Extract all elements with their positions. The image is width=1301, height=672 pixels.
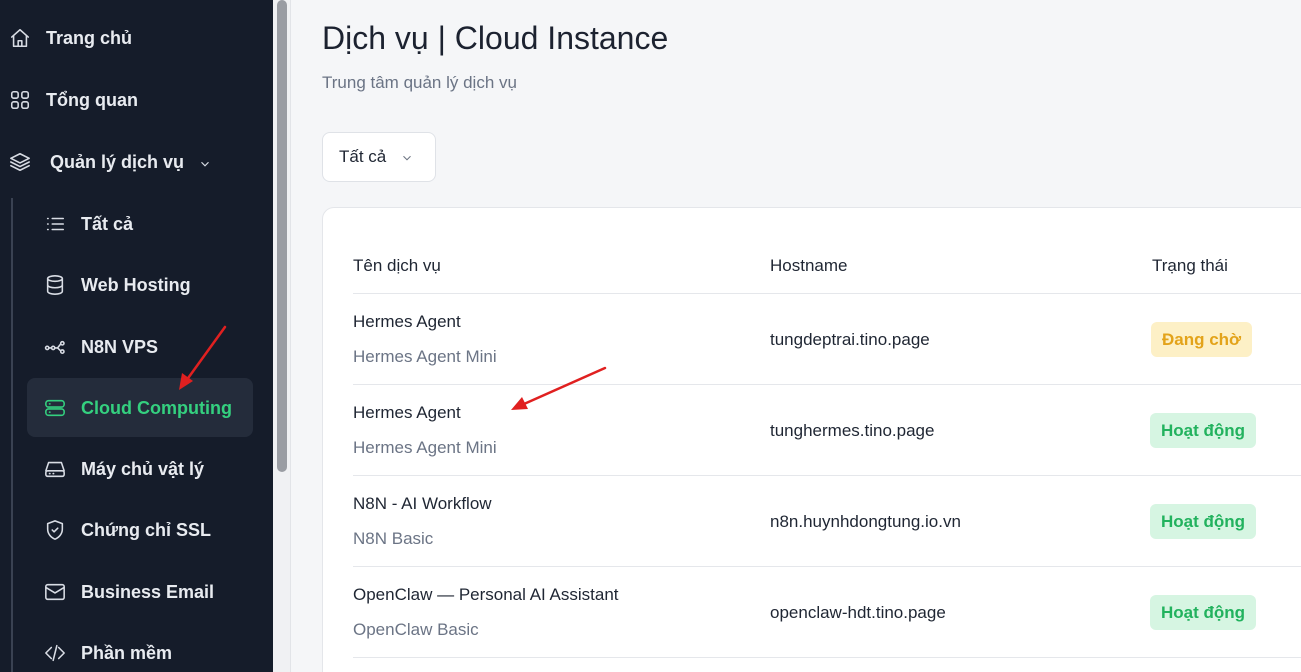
- service-plan: OpenClaw Basic: [353, 620, 479, 639]
- shield-check-icon: [43, 518, 67, 542]
- sidebar-item-label: Chứng chỉ SSL: [81, 519, 212, 540]
- database-icon: [43, 273, 67, 297]
- mail-icon: [43, 580, 67, 604]
- status-badge: Hoạt động: [1150, 595, 1257, 630]
- sidebar-item-label: Tổng quan: [46, 89, 138, 110]
- chevron-down-icon: [400, 150, 414, 164]
- sidebar-item-ssl[interactable]: Chứng chỉ SSL: [43, 510, 211, 550]
- column-header-hostname[interactable]: Hostname: [770, 256, 847, 276]
- home-icon: [8, 26, 32, 50]
- list-icon: [43, 212, 67, 236]
- service-plan: Hermes Agent Mini: [353, 347, 497, 366]
- sidebar-item-label: Trang chủ: [46, 27, 133, 48]
- service-plan: Hermes Agent Mini: [353, 438, 497, 457]
- submenu-guide-line: [11, 198, 13, 672]
- filter-selected-value: Tất cả: [339, 147, 387, 166]
- service-hostname: tungdeptrai.tino.page: [770, 330, 930, 349]
- sidebar-scrollbar-thumb[interactable]: [277, 0, 287, 472]
- sidebar-item-n8n-vps[interactable]: N8N VPS: [43, 327, 158, 367]
- table-divider: [353, 293, 1301, 294]
- service-name[interactable]: OpenClaw — Personal AI Assistant: [353, 585, 619, 605]
- sidebar-item-service-management[interactable]: Quản lý dịch vụ: [8, 142, 212, 182]
- status-badge: Đang chờ: [1151, 322, 1253, 357]
- sidebar-item-label: Business Email: [81, 581, 215, 602]
- page-title: Dịch vụ | Cloud Instance: [322, 20, 669, 56]
- status-badge: Hoạt động: [1150, 413, 1257, 448]
- sidebar-item-label: Phần mềm: [81, 642, 173, 663]
- service-name[interactable]: Hermes Agent: [353, 403, 461, 423]
- sidebar-item-overview[interactable]: Tổng quan: [8, 80, 138, 120]
- column-header-service-name[interactable]: Tên dịch vụ: [353, 256, 441, 276]
- table-divider: [353, 657, 1301, 658]
- chevron-down-icon: [198, 155, 212, 169]
- service-name[interactable]: N8N - AI Workflow: [353, 494, 492, 514]
- table-divider: [353, 384, 1301, 385]
- column-header-status[interactable]: Trạng thái: [1152, 256, 1228, 276]
- sidebar-item-cloud-computing[interactable]: Cloud Computing: [43, 388, 232, 428]
- service-hostname: n8n.huynhdongtung.io.vn: [770, 512, 961, 531]
- sidebar-item-business-email[interactable]: Business Email: [43, 572, 214, 612]
- service-hostname: openclaw-hdt.tino.page: [770, 603, 946, 622]
- sidebar-item-home[interactable]: Trang chủ: [8, 18, 132, 58]
- sidebar-item-all[interactable]: Tất cả: [43, 204, 133, 244]
- layers-icon: [8, 150, 32, 174]
- status-badge: Hoạt động: [1150, 504, 1257, 539]
- sidebar-item-label: Quản lý dịch vụ: [50, 151, 185, 172]
- sidebar-item-label: N8N VPS: [81, 336, 159, 357]
- workflow-icon: [43, 335, 67, 359]
- hard-drive-icon: [43, 457, 67, 481]
- sidebar: Trang chủ Tổng quan Quản lý dịch vụ Tất …: [0, 0, 273, 672]
- sidebar-item-label: Máy chủ vật lý: [81, 458, 205, 479]
- sidebar-item-label: Cloud Computing: [81, 397, 232, 418]
- sidebar-item-label: Web Hosting: [81, 274, 191, 295]
- sidebar-item-label: Tất cả: [81, 213, 134, 234]
- service-name[interactable]: Hermes Agent: [353, 312, 461, 332]
- table-divider: [353, 475, 1301, 476]
- sidebar-item-web-hosting[interactable]: Web Hosting: [43, 265, 191, 305]
- sidebar-item-software[interactable]: Phần mềm: [43, 633, 172, 672]
- code-icon: [43, 641, 67, 665]
- table-divider: [353, 566, 1301, 567]
- server-icon: [43, 396, 67, 420]
- service-hostname: tunghermes.tino.page: [770, 421, 935, 440]
- sidebar-item-physical-server[interactable]: Máy chủ vật lý: [43, 449, 204, 489]
- status-filter-dropdown[interactable]: Tất cả: [322, 132, 436, 182]
- grid-icon: [8, 88, 32, 112]
- service-plan: N8N Basic: [353, 529, 434, 548]
- page-subtitle: Trung tâm quản lý dịch vụ: [322, 73, 517, 92]
